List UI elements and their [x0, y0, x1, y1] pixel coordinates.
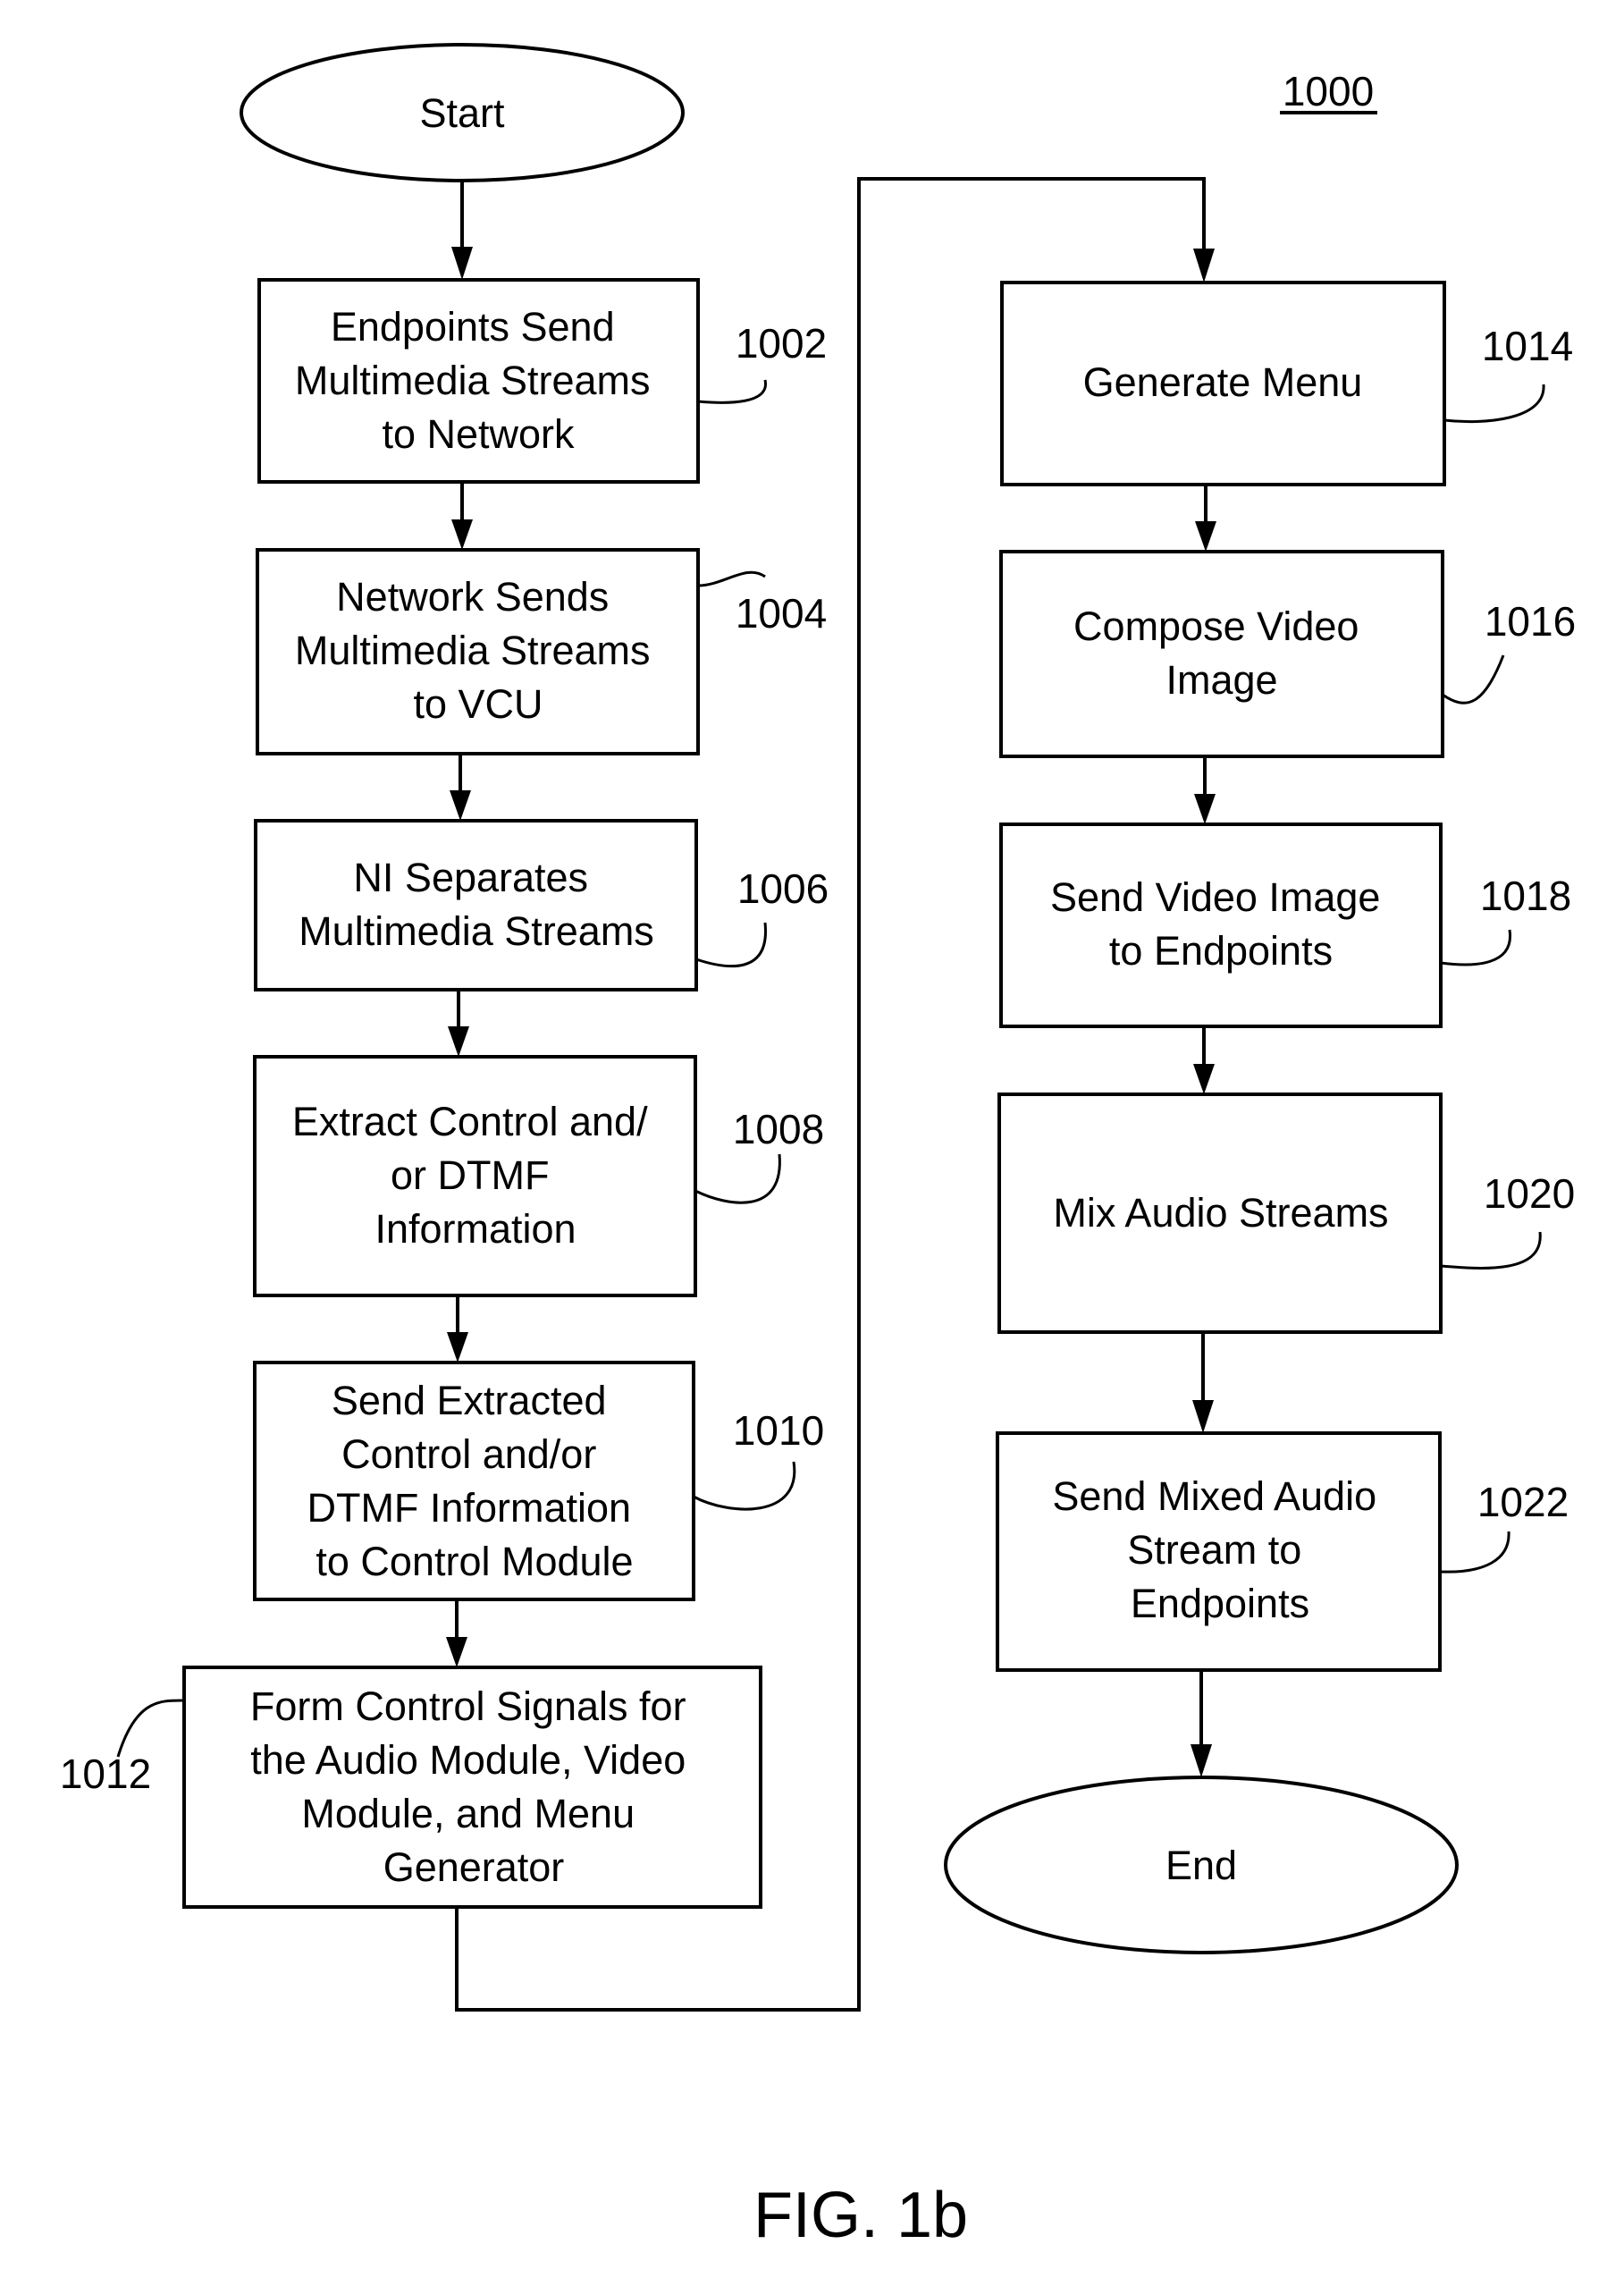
figure-reference-number: 1000 — [1283, 68, 1374, 114]
start-label: Start — [419, 90, 505, 136]
leader-line — [697, 379, 767, 404]
leader-line — [1439, 1531, 1510, 1574]
step-reference: 1014 — [1482, 323, 1573, 369]
figure-caption: FIG. 1b — [753, 2180, 968, 2251]
step-1012: Form Control Signals for the Audio Modul… — [60, 1666, 762, 1909]
start-terminal: Start — [240, 43, 685, 182]
leader-line — [695, 922, 767, 968]
step-1018: Send Video Image to Endpoints 1018 — [999, 823, 1571, 1028]
arrow-1014-to-1016 — [1195, 485, 1216, 552]
step-1004: Network Sends Multimedia Streams to VCU … — [256, 548, 827, 755]
step-reference: 1010 — [733, 1407, 824, 1454]
step-1006: NI Separates Multimedia Streams 1006 — [254, 819, 829, 991]
step-reference: 1020 — [1484, 1170, 1575, 1217]
arrow-1002-to-1004 — [451, 482, 473, 550]
step-reference: 1012 — [60, 1751, 151, 1797]
step-box — [999, 550, 1444, 758]
step-label: Mix Audio Streams — [1053, 1190, 1388, 1236]
step-box — [999, 823, 1443, 1028]
step-box — [254, 819, 698, 991]
step-reference: 1016 — [1485, 598, 1576, 645]
step-1008: Extract Control and/ or DTMF Information… — [253, 1055, 824, 1297]
leader-line — [1442, 654, 1505, 704]
leader-line — [1443, 384, 1545, 424]
leader-line — [1440, 1231, 1542, 1270]
step-1010: Send Extracted Control and/or DTMF Infor… — [253, 1361, 824, 1601]
leader-line — [694, 1153, 781, 1204]
leader-line — [1440, 929, 1511, 966]
arrow-1008-to-1010 — [447, 1295, 468, 1363]
end-label: End — [1165, 1843, 1237, 1888]
step-reference: 1008 — [733, 1106, 824, 1152]
arrow-1004-to-1006 — [450, 754, 471, 821]
step-reference: 1004 — [736, 590, 827, 637]
step-label: Generate Menu — [1083, 359, 1363, 405]
leader-line — [697, 570, 766, 587]
arrow-1006-to-1008 — [448, 990, 469, 1057]
step-1002: Endpoints Send Multimedia Streams to Net… — [257, 278, 827, 484]
step-reference: 1006 — [737, 865, 829, 912]
step-reference: 1022 — [1477, 1479, 1569, 1525]
arrow-1020-to-1022 — [1192, 1332, 1214, 1433]
step-reference: 1002 — [736, 320, 827, 367]
arrow-1010-to-1012 — [446, 1599, 467, 1667]
step-1022: Send Mixed Audio Stream to Endpoints 102… — [996, 1431, 1569, 1672]
leader-line — [116, 1699, 185, 1758]
arrow-1022-to-end — [1191, 1670, 1212, 1777]
arrow-1016-to-1018 — [1194, 756, 1216, 824]
arrow-1018-to-1020 — [1193, 1026, 1215, 1094]
step-1016: Compose Video Image 1016 — [999, 550, 1576, 758]
step-1020: Mix Audio Streams 1020 — [997, 1093, 1575, 1334]
arrow-start-to-1002 — [451, 181, 473, 280]
step-1014: Generate Menu 1014 — [1000, 281, 1573, 486]
leader-line — [693, 1461, 796, 1511]
end-terminal: End — [944, 1776, 1459, 1954]
figure-reference: 1000 — [1280, 68, 1377, 114]
flowchart: 1000 Start Endpoints Send Multimedia Str… — [60, 43, 1576, 2251]
step-reference: 1018 — [1480, 873, 1571, 919]
